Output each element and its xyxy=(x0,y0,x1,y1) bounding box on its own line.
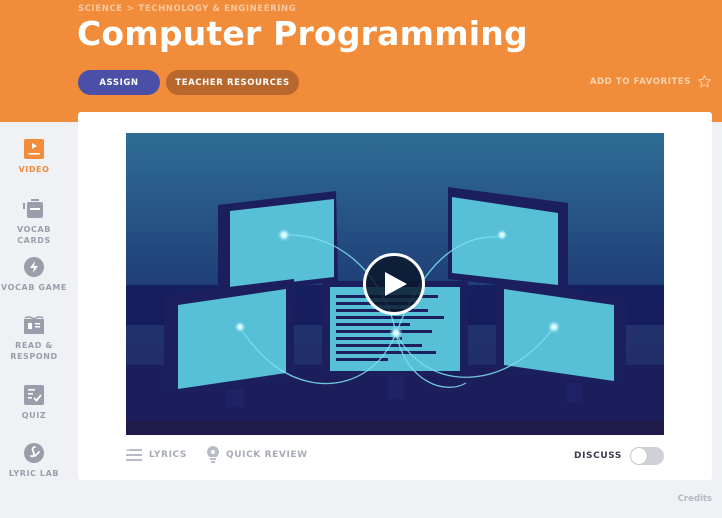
breadcrumb-science[interactable]: SCIENCE xyxy=(78,4,123,14)
star-outline-icon xyxy=(698,75,711,88)
play-button[interactable] xyxy=(363,253,425,315)
sidebar-item-label: READ & RESPOND xyxy=(10,341,58,361)
toggle-knob xyxy=(631,448,647,464)
video-icon xyxy=(23,138,45,160)
add-to-favorites-button[interactable]: ADD TO FAVORITES xyxy=(590,74,712,89)
breadcrumb: SCIENCE > TECHNOLOGY & ENGINEERING xyxy=(78,4,296,14)
lyric-lab-icon xyxy=(23,442,45,464)
assign-button[interactable]: ASSIGN xyxy=(78,70,160,95)
video-tools: LYRICS QUICK REVIEW xyxy=(126,446,308,463)
discuss-label: DISCUSS xyxy=(574,451,622,461)
play-icon xyxy=(385,272,407,296)
video-player[interactable] xyxy=(126,133,664,435)
sidebar-item-quiz[interactable]: QUIZ xyxy=(0,384,68,421)
sidebar-item-label: LYRIC LAB xyxy=(8,469,60,478)
sidebar-item-lyric-lab[interactable]: LYRIC LAB xyxy=(0,442,68,479)
sidebar-item-video[interactable]: VIDEO xyxy=(0,138,68,175)
sidebar-item-label: VOCAB CARDS xyxy=(16,225,51,245)
discuss-control: DISCUSS xyxy=(574,447,664,465)
lightning-icon xyxy=(23,256,45,278)
lightbulb-icon xyxy=(206,446,219,463)
teacher-resources-button[interactable]: TEACHER RESOURCES xyxy=(166,70,299,95)
sidebar-item-vocab-game[interactable]: VOCAB GAME xyxy=(0,256,68,293)
lyrics-label: LYRICS xyxy=(149,449,187,460)
quick-review-label: QUICK REVIEW xyxy=(225,449,308,460)
sidebar-item-label: QUIZ xyxy=(21,411,47,420)
breadcrumb-technology[interactable]: TECHNOLOGY & ENGINEERING xyxy=(138,4,296,14)
page-title: Computer Programming xyxy=(77,14,528,53)
vocab-cards-icon xyxy=(23,198,45,220)
quiz-check-icon xyxy=(23,384,45,406)
page-header: SCIENCE > TECHNOLOGY & ENGINEERING Compute… xyxy=(0,0,722,122)
sidebar-item-label: VIDEO xyxy=(18,165,50,174)
discuss-toggle[interactable] xyxy=(630,447,664,465)
sidebar-item-read-respond[interactable]: READ & RESPOND xyxy=(0,314,68,362)
breadcrumb-separator: > xyxy=(126,4,135,14)
quick-review-button[interactable]: QUICK REVIEW xyxy=(206,446,308,463)
lyrics-button[interactable]: LYRICS xyxy=(126,448,187,462)
lines-icon xyxy=(126,448,142,461)
add-to-favorites-label: ADD TO FAVORITES xyxy=(589,76,691,87)
credits-link[interactable]: Credits xyxy=(678,494,712,504)
book-icon xyxy=(23,314,45,336)
video-card: LYRICS QUICK REVIEW DISCUSS xyxy=(78,112,712,480)
sidebar-item-vocab-cards[interactable]: VOCAB CARDS xyxy=(0,198,68,246)
sidebar-item-label: VOCAB GAME xyxy=(1,283,67,292)
